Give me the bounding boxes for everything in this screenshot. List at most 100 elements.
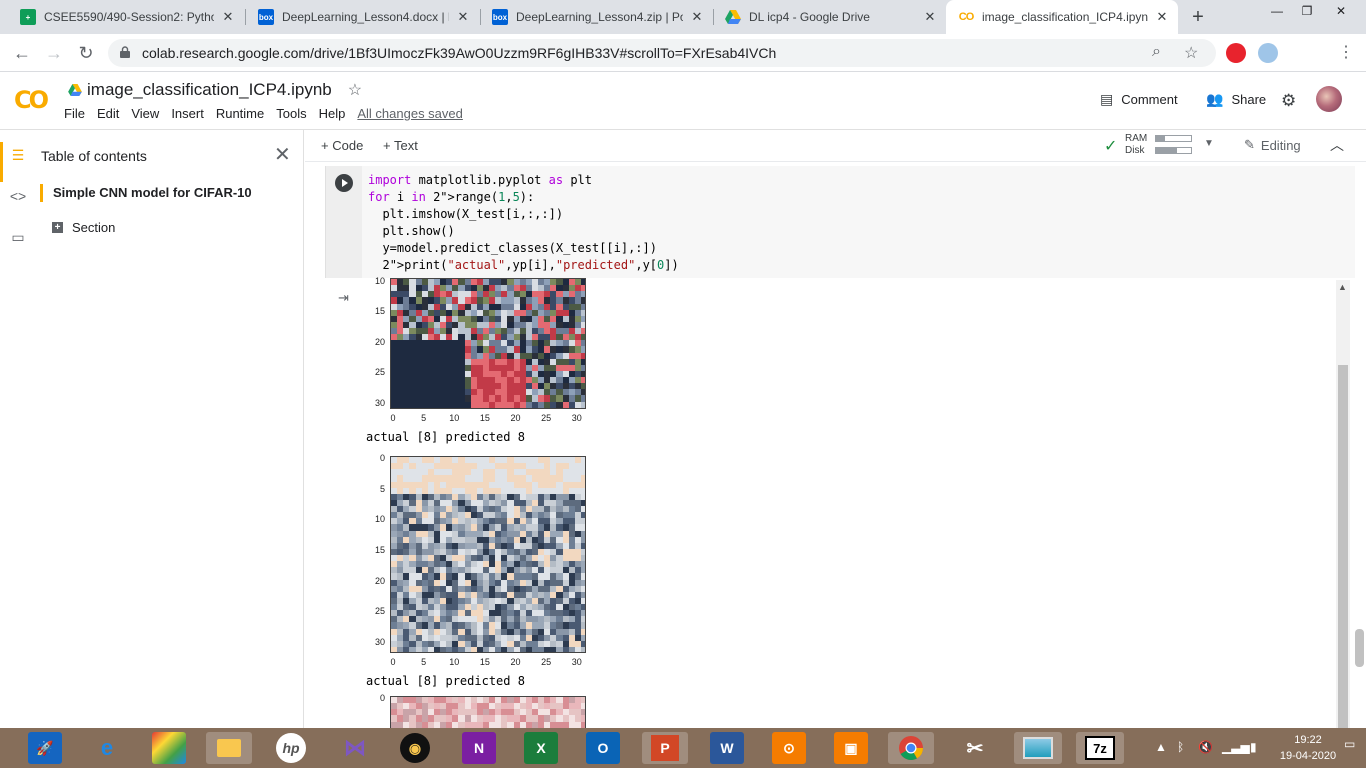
back-icon[interactable]: ←: [10, 41, 34, 65]
print-output: actual [8] predicted 8: [366, 430, 525, 444]
onenote-icon[interactable]: N: [462, 732, 496, 764]
browser-tab[interactable]: box DeepLearning_Lesson4.zip | Pow ✕: [480, 0, 713, 34]
browser-menu-icon[interactable]: ⋮: [1334, 41, 1358, 65]
snip-app-icon[interactable]: ⊙: [772, 732, 806, 764]
print-output: actual [8] predicted 8: [366, 674, 525, 688]
close-icon[interactable]: ✕: [1154, 9, 1170, 25]
camera-app-icon[interactable]: ▣: [834, 732, 868, 764]
menu-bar: File Edit View Insert Runtime Tools Help…: [64, 106, 475, 121]
browser-tab[interactable]: + CSEE5590/490-Session2: Python ✕: [8, 0, 244, 34]
add-code-button[interactable]: + Code: [321, 138, 363, 153]
internet-explorer-icon[interactable]: e: [90, 732, 124, 764]
code-cell[interactable]: import matplotlib.pyplot as plt for i in …: [325, 166, 1355, 278]
star-icon[interactable]: ☆: [348, 80, 362, 100]
close-icon[interactable]: ✕: [455, 9, 471, 25]
settings-button[interactable]: ⚙: [1281, 91, 1304, 111]
page-scrollbar-thumb[interactable]: [1355, 629, 1364, 667]
reload-icon[interactable]: ↻: [74, 41, 98, 65]
account-avatar[interactable]: [1316, 86, 1342, 112]
opera-extension-icon[interactable]: [1226, 43, 1246, 63]
menu-help[interactable]: Help: [319, 106, 352, 121]
bluetooth-icon[interactable]: ᛒ: [1177, 740, 1184, 754]
sidebar-rail: ☰ <> ▭: [0, 130, 34, 728]
action-center-icon[interactable]: ▭: [1344, 737, 1362, 757]
close-icon[interactable]: ✕: [220, 9, 236, 25]
hp-icon[interactable]: hp: [276, 733, 306, 763]
rocket-app-icon[interactable]: 🚀: [28, 732, 62, 764]
comment-button[interactable]: ▤ Comment: [1100, 91, 1178, 108]
menu-insert[interactable]: Insert: [171, 106, 210, 121]
window-close-button[interactable]: ✕: [1326, 0, 1356, 22]
chrome-icon[interactable]: [888, 732, 934, 764]
browser-tab[interactable]: DL icp4 - Google Drive ✕: [713, 0, 946, 34]
menu-edit[interactable]: Edit: [97, 106, 125, 121]
x-tick-label: 20: [510, 413, 521, 423]
media-player-icon[interactable]: ◉: [400, 733, 430, 763]
close-icon[interactable]: ✕: [922, 9, 938, 25]
chevron-down-icon[interactable]: ▼: [1204, 138, 1214, 149]
tab-title: CSEE5590/490-Session2: Python: [44, 10, 214, 24]
save-status[interactable]: All changes saved: [357, 106, 469, 121]
word-icon[interactable]: W: [710, 732, 744, 764]
taskbar-clock[interactable]: 19:22 19-04-2020: [1278, 732, 1338, 764]
outlook-icon[interactable]: O: [586, 732, 620, 764]
code-editor[interactable]: import matplotlib.pyplot as plt for i in …: [368, 172, 679, 274]
expand-icon[interactable]: +: [52, 222, 63, 233]
run-cell-button[interactable]: [335, 174, 353, 192]
notebook-title[interactable]: image_classification_ICP4.ipynb: [87, 80, 332, 100]
y-tick-label: 20: [374, 575, 385, 586]
7zip-icon[interactable]: 7z: [1076, 732, 1124, 764]
pencil-icon: ✎: [1244, 137, 1255, 152]
close-icon[interactable]: ✕: [689, 9, 705, 25]
lock-icon: [120, 46, 130, 58]
x-tick-label: 25: [541, 413, 552, 423]
volume-muted-icon[interactable]: 🔇: [1198, 740, 1213, 754]
close-icon[interactable]: ✕: [274, 142, 291, 167]
add-text-button[interactable]: + Text: [383, 138, 418, 153]
tab-title: DL icp4 - Google Drive: [749, 10, 870, 24]
restore-button[interactable]: ❐: [1292, 0, 1322, 22]
scroll-up-icon[interactable]: ▲: [1338, 282, 1347, 292]
translate-extension-icon[interactable]: [1258, 43, 1278, 63]
battery-icon[interactable]: ▮: [1250, 740, 1257, 754]
windows-taskbar: 🚀 e hp ⋈ ◉ N X O P W ⊙ ▣ ✂ 7z ▲ ᛒ 🔇 ▁▃▅ …: [0, 728, 1366, 768]
code-snippets-icon[interactable]: <>: [9, 188, 27, 206]
menu-file[interactable]: File: [64, 106, 91, 121]
toc-item[interactable]: Simple CNN model for CIFAR-10: [40, 184, 252, 202]
file-explorer-icon[interactable]: [206, 732, 252, 764]
tab-title: DeepLearning_Lesson4.zip | Pow: [516, 10, 683, 24]
forward-icon[interactable]: →: [42, 41, 66, 65]
output-scrollbar[interactable]: ▲: [1336, 280, 1350, 728]
zoom-icon[interactable]: ⌕: [1152, 43, 1161, 61]
excel-icon[interactable]: X: [524, 732, 558, 764]
browser-tab-active[interactable]: CO image_classification_ICP4.ipynb ✕: [946, 0, 1178, 34]
chevron-up-icon[interactable]: ︿: [1330, 135, 1344, 155]
y-tick-label: 25: [374, 606, 385, 617]
visual-studio-icon[interactable]: ⋈: [338, 732, 372, 764]
toc-icon[interactable]: ☰: [9, 147, 27, 165]
browser-tab[interactable]: box DeepLearning_Lesson4.docx | Po ✕: [246, 0, 479, 34]
menu-view[interactable]: View: [131, 106, 165, 121]
share-button[interactable]: 👥 Share: [1206, 91, 1266, 108]
menu-runtime[interactable]: Runtime: [216, 106, 270, 121]
y-tick-label: 5: [379, 483, 385, 494]
menu-tools[interactable]: Tools: [276, 106, 312, 121]
folder-icon[interactable]: ▭: [9, 229, 27, 247]
sheets-icon: +: [20, 9, 36, 25]
snipping-tool-icon[interactable]: ✂: [958, 732, 992, 764]
scrollbar-thumb[interactable]: [1338, 365, 1348, 728]
y-tick-label: 0: [379, 693, 385, 704]
editing-mode-button[interactable]: ✎ Editing: [1244, 137, 1301, 153]
network-icon[interactable]: ▁▃▅: [1222, 740, 1250, 754]
powerpoint-icon[interactable]: P: [642, 732, 688, 764]
puzzle-app-icon[interactable]: [152, 732, 186, 764]
minimize-button[interactable]: —: [1262, 0, 1292, 22]
photos-icon[interactable]: [1014, 732, 1062, 764]
tray-expand-icon[interactable]: ▲: [1155, 740, 1167, 754]
bookmark-star-icon[interactable]: ☆: [1184, 43, 1198, 63]
colab-logo[interactable]: CO: [14, 86, 49, 114]
panel-title: Table of contents: [41, 148, 147, 164]
address-bar[interactable]: colab.research.google.com/drive/1Bf3UImo…: [108, 39, 1216, 67]
toc-item[interactable]: + Section: [52, 220, 115, 235]
new-tab-button[interactable]: +: [1186, 6, 1210, 28]
